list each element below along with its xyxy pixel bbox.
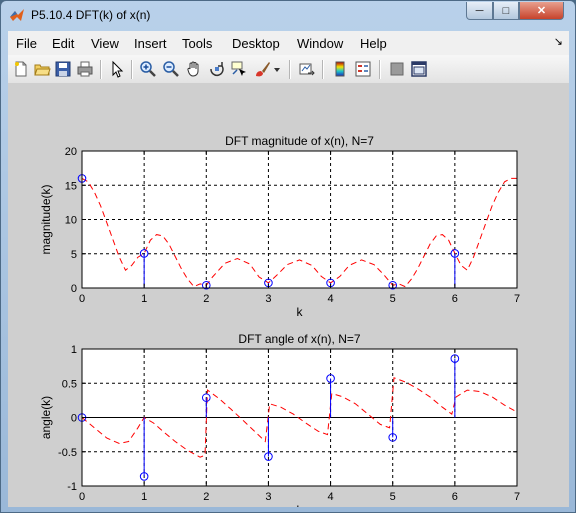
y-tick-label: 15 xyxy=(65,180,77,192)
zoom-in-icon[interactable] xyxy=(139,60,157,78)
toolbar-separator xyxy=(289,60,291,79)
x-tick-label: 0 xyxy=(79,293,85,305)
link-plot-icon[interactable] xyxy=(298,60,316,78)
plot-area[interactable]: 0 1 2 3 4 5 6 705101520DFT magnitude of x(n), N… xyxy=(8,84,569,507)
print-icon[interactable] xyxy=(76,60,94,78)
y-tick-label: 1 xyxy=(71,344,77,356)
pointer-icon[interactable] xyxy=(108,60,126,78)
x-tick-label: 7 xyxy=(514,491,520,503)
new-figure-icon[interactable] xyxy=(12,60,30,78)
x-tick-label: 6 xyxy=(452,293,458,305)
y-axis-label: magnitude(k) xyxy=(39,184,53,254)
y-tick-label: 10 xyxy=(65,215,77,227)
matlab-logo-icon xyxy=(10,9,24,21)
x-tick-label: 2 xyxy=(203,293,209,305)
x-tick-label: 3 xyxy=(265,293,271,305)
pan-hand-icon[interactable] xyxy=(185,60,203,78)
colorbar-icon[interactable] xyxy=(331,60,349,78)
x-tick-label: 1 xyxy=(141,293,147,305)
x-axis-label: k xyxy=(297,305,304,319)
toolbar-separator xyxy=(379,60,381,79)
toolbar-separator xyxy=(100,60,102,79)
x-tick-label: 7 xyxy=(514,293,520,305)
close-icon: ✕ xyxy=(536,5,547,17)
x-tick-label: 1 xyxy=(141,491,147,503)
y-tick-label: 5 xyxy=(71,249,77,261)
y-axis-label: angle(k) xyxy=(39,396,53,439)
rotate-3d-icon[interactable] xyxy=(208,60,226,78)
toolbar-separator xyxy=(322,60,324,79)
client-area: File Edit View Insert Tools Desktop Wind… xyxy=(8,31,569,507)
axes-title: DFT angle of x(n), N=7 xyxy=(238,332,360,346)
toolbar-separator xyxy=(131,60,133,79)
x-tick-label: 4 xyxy=(328,491,334,503)
window-title: P5.10.4 DFT(k) of x(n) xyxy=(31,8,151,22)
close-button[interactable]: ✕ xyxy=(519,2,564,20)
y-tick-label: -0.5 xyxy=(58,447,77,459)
menu-edit[interactable]: Edit xyxy=(52,36,74,51)
menu-insert[interactable]: Insert xyxy=(134,36,167,51)
menu-dock-arrow-icon[interactable]: ↘ xyxy=(554,35,563,48)
title-bar[interactable]: P5.10.4 DFT(k) of x(n) ─ □ ✕ xyxy=(1,1,575,31)
brush-dropdown-icon[interactable] xyxy=(272,60,282,78)
menu-window[interactable]: Window xyxy=(297,36,343,51)
figure-window: P5.10.4 DFT(k) of x(n) ─ □ ✕ File Edit V… xyxy=(0,0,576,513)
x-tick-label: 3 xyxy=(265,491,271,503)
menu-file[interactable]: File xyxy=(16,36,37,51)
y-tick-label: 0 xyxy=(71,283,77,295)
axes-title: DFT magnitude of x(n), N=7 xyxy=(225,134,374,148)
show-plot-tools-icon[interactable] xyxy=(410,60,428,78)
open-folder-icon[interactable] xyxy=(33,60,51,78)
x-axis-label: k xyxy=(297,503,304,507)
figure-canvas: 0 1 2 3 4 5 6 7 0 5 10 15 20 DFT magnitude of x(n), N… xyxy=(8,84,569,507)
brush-icon[interactable] xyxy=(253,60,271,78)
y-tick-label: 0.5 xyxy=(62,378,77,390)
y-tick-label: 20 xyxy=(65,146,77,158)
menu-view[interactable]: View xyxy=(91,36,119,51)
menu-tools[interactable]: Tools xyxy=(182,36,212,51)
x-tick-label: 5 xyxy=(390,293,396,305)
y-tick-label: 0 xyxy=(71,413,77,425)
maximize-icon: □ xyxy=(502,4,510,17)
x-tick-label: 0 xyxy=(79,491,85,503)
x-tick-label: 6 xyxy=(452,491,458,503)
x-tick-label: 4 xyxy=(328,293,334,305)
minimize-button[interactable]: ─ xyxy=(466,2,493,20)
zoom-out-icon[interactable] xyxy=(162,60,180,78)
menu-bar: File Edit View Insert Tools Desktop Wind… xyxy=(8,31,569,55)
x-tick-label: 2 xyxy=(203,491,209,503)
menu-desktop[interactable]: Desktop xyxy=(232,36,280,51)
menu-help[interactable]: Help xyxy=(360,36,387,51)
y-tick-label: -1 xyxy=(67,481,77,493)
figure-toolbar xyxy=(8,55,569,84)
legend-icon[interactable] xyxy=(354,60,372,78)
save-icon[interactable] xyxy=(54,60,72,78)
maximize-button[interactable]: □ xyxy=(493,2,519,20)
x-tick-label: 5 xyxy=(390,491,396,503)
data-cursor-icon[interactable] xyxy=(230,60,248,78)
hide-plot-tools-icon[interactable] xyxy=(388,60,406,78)
minimize-icon: ─ xyxy=(475,4,484,17)
